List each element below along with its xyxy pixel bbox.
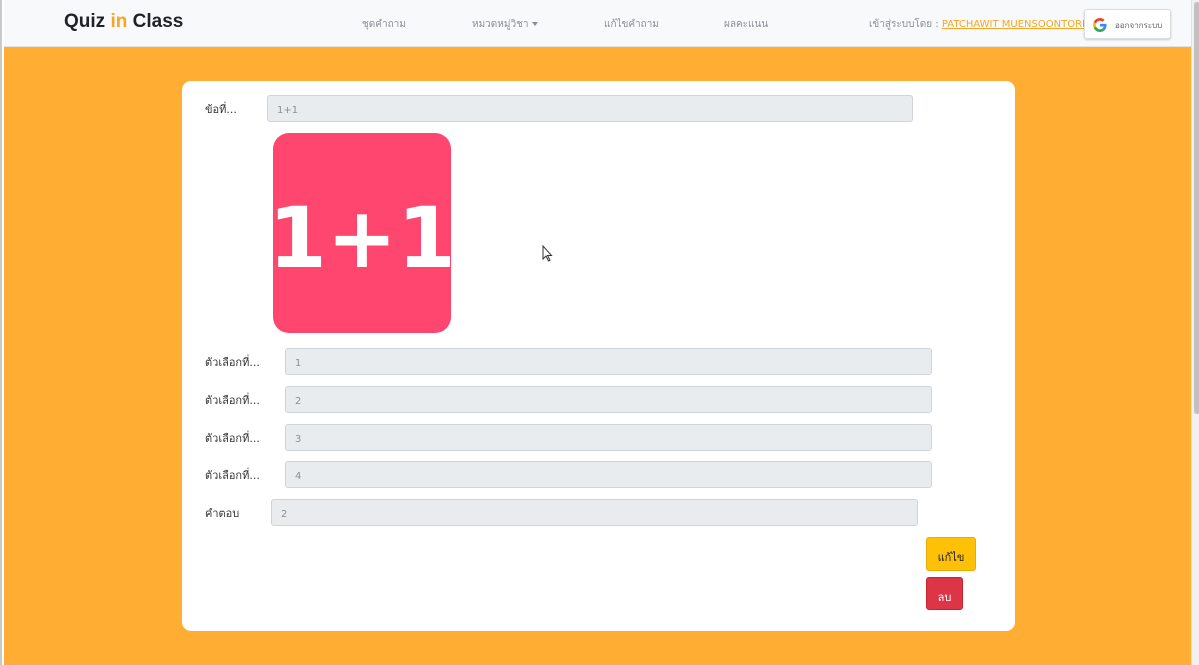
question-label: ข้อที่... xyxy=(205,103,237,116)
brand-accent: in xyxy=(110,11,128,32)
brand-part2: Class xyxy=(132,11,184,32)
choice-2-field[interactable]: 2 xyxy=(285,386,932,413)
google-g-icon xyxy=(1093,18,1107,32)
nav-link-subject-categories-label: หมวดหมู่วิชา xyxy=(472,19,529,30)
choice-4-field[interactable]: 4 xyxy=(285,461,932,488)
nav-link-question-sets[interactable]: ชุดคำถาม xyxy=(362,17,406,32)
nav-link-scores[interactable]: ผลคะแนน xyxy=(724,17,768,32)
question-image: 1+1 xyxy=(268,133,456,333)
choice-1-field[interactable]: 1 xyxy=(285,348,932,375)
page-scrollbar[interactable] xyxy=(1191,0,1199,665)
question-image-text: 1+1 xyxy=(273,189,451,287)
caret-down-icon xyxy=(531,22,538,26)
question-image-graphic: 1+1 xyxy=(268,189,455,287)
login-user-link[interactable]: PATCHAWIT MUENSOONTORN xyxy=(942,19,1090,30)
answer-label: คำตอบ xyxy=(205,507,240,520)
question-field[interactable]: 1+1 xyxy=(267,95,913,122)
choice-3-label: ตัวเลือกที่... xyxy=(205,432,260,445)
nav-link-subject-categories[interactable]: หมวดหมู่วิชา xyxy=(472,17,538,32)
choice-1-label: ตัวเลือกที่... xyxy=(205,356,260,369)
answer-field[interactable]: 2 xyxy=(271,499,918,526)
edit-button[interactable]: แก้ไข xyxy=(926,537,976,571)
choice-3-field[interactable]: 3 xyxy=(285,424,932,451)
login-status: เข้าสู่ระบบโดย : PATCHAWIT MUENSOONTORN xyxy=(869,17,1090,32)
main-content: ข้อที่... 1+1 1+1 ตัวเลือกที่... 1 ตัวเล… xyxy=(4,47,1191,665)
logout-label: ออกจากระบบ xyxy=(1115,21,1163,30)
question-card: ข้อที่... 1+1 1+1 ตัวเลือกที่... 1 ตัวเล… xyxy=(182,81,1015,631)
logout-button[interactable]: ออกจากระบบ xyxy=(1084,9,1171,39)
scrollbar-thumb[interactable] xyxy=(1194,2,1199,414)
nav-link-edit-questions[interactable]: แก้ไขคำถาม xyxy=(604,17,659,32)
choice-2-label: ตัวเลือกที่... xyxy=(205,394,260,407)
login-prefix: เข้าสู่ระบบโดย : xyxy=(869,19,939,30)
delete-button[interactable]: ลบ xyxy=(926,577,963,610)
brand-logo[interactable]: Quiz in Class xyxy=(64,11,183,33)
navbar: Quiz in Class ชุดคำถาม หมวดหมู่วิชา แก้ไ… xyxy=(4,0,1191,47)
app-window: Quiz in Class ชุดคำถาม หมวดหมู่วิชา แก้ไ… xyxy=(0,0,1199,665)
brand-part1: Quiz xyxy=(64,11,106,32)
choice-4-label: ตัวเลือกที่... xyxy=(205,469,260,482)
mouse-cursor-icon xyxy=(542,245,553,262)
